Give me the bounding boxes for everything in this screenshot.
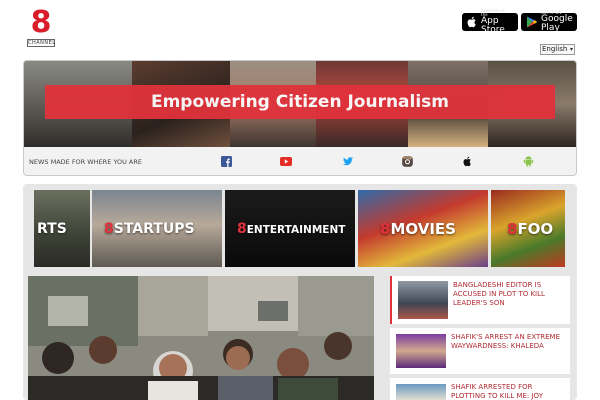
channel-logo[interactable]: 8 CHANNEL: [27, 5, 56, 47]
category-entertainment[interactable]: 8ENTERTAINMENT: [225, 190, 355, 267]
google-play-button[interactable]: GET IT ON Google Play: [521, 11, 577, 33]
featured-story-image[interactable]: [28, 276, 374, 400]
facebook-icon[interactable]: [220, 155, 232, 167]
news-thumbnail: [396, 334, 446, 368]
instagram-icon[interactable]: [401, 155, 413, 167]
language-select-value: English: [542, 45, 568, 53]
category-label: MOVIES: [390, 219, 456, 238]
news-thumbnail: [398, 281, 448, 319]
youtube-icon[interactable]: [280, 155, 292, 167]
news-title: SHAFIK ARRESTED FOR PLOTTING TO KILL ME:…: [451, 383, 543, 400]
banner-tagline: NEWS MADE FOR WHERE YOU ARE: [29, 158, 142, 166]
apple-icon: [467, 16, 477, 28]
chevron-down-icon: ▾: [569, 46, 573, 53]
android-icon[interactable]: [522, 155, 534, 167]
banner-collage-image: Empowering Citizen Journalism: [24, 61, 576, 147]
logo-mark: 8: [30, 5, 52, 40]
news-thumbnail: [396, 384, 446, 400]
category-mark: 8: [104, 220, 114, 237]
featured-photo: [28, 276, 374, 400]
content-panel: RTS 8STARTUPS 8ENTERTAINMENT 8MOVIES 8FO…: [23, 184, 577, 400]
google-play-icon: [526, 16, 537, 28]
app-store-large: App Store: [481, 16, 505, 35]
banner-headline-bar: Empowering Citizen Journalism: [45, 85, 555, 119]
category-mark: 8: [380, 219, 391, 238]
category-label: STARTUPS: [113, 220, 195, 237]
category-sports[interactable]: RTS: [34, 190, 90, 267]
app-store-button[interactable]: Available on the App Store: [462, 9, 518, 35]
news-item[interactable]: SHAFIK'S ARREST AN EXTREME WAYWARDNESS: …: [390, 328, 570, 374]
news-item[interactable]: SHAFIK ARRESTED FOR PLOTTING TO KILL ME:…: [390, 378, 570, 400]
category-label: RTS: [37, 220, 67, 237]
category-label: ENTERTAINMENT: [246, 223, 346, 236]
language-select[interactable]: English ▾: [540, 44, 575, 55]
category-mark: 8: [507, 219, 518, 238]
hero-banner: Empowering Citizen Journalism NEWS MADE …: [23, 60, 577, 176]
page: 8 CHANNEL Available on the App Store GET…: [0, 0, 600, 400]
banner-headline: Empowering Citizen Journalism: [150, 92, 450, 112]
category-mark: 8: [237, 220, 247, 237]
apple-icon[interactable]: [461, 155, 473, 167]
news-title: BANGLADESHI EDITOR IS ACCUSED IN PLOT TO…: [453, 281, 545, 307]
news-title: SHAFIK'S ARREST AN EXTREME WAYWARDNESS: …: [451, 333, 561, 350]
category-startups[interactable]: 8STARTUPS: [92, 190, 222, 267]
logo-text: CHANNEL: [27, 39, 56, 47]
category-label: FOO: [517, 219, 554, 238]
category-movies[interactable]: 8MOVIES: [358, 190, 488, 267]
twitter-icon[interactable]: [342, 155, 354, 167]
category-food[interactable]: 8FOO: [491, 190, 565, 267]
news-item[interactable]: BANGLADESHI EDITOR IS ACCUSED IN PLOT TO…: [390, 276, 570, 324]
google-play-large: Google Play: [541, 14, 573, 33]
